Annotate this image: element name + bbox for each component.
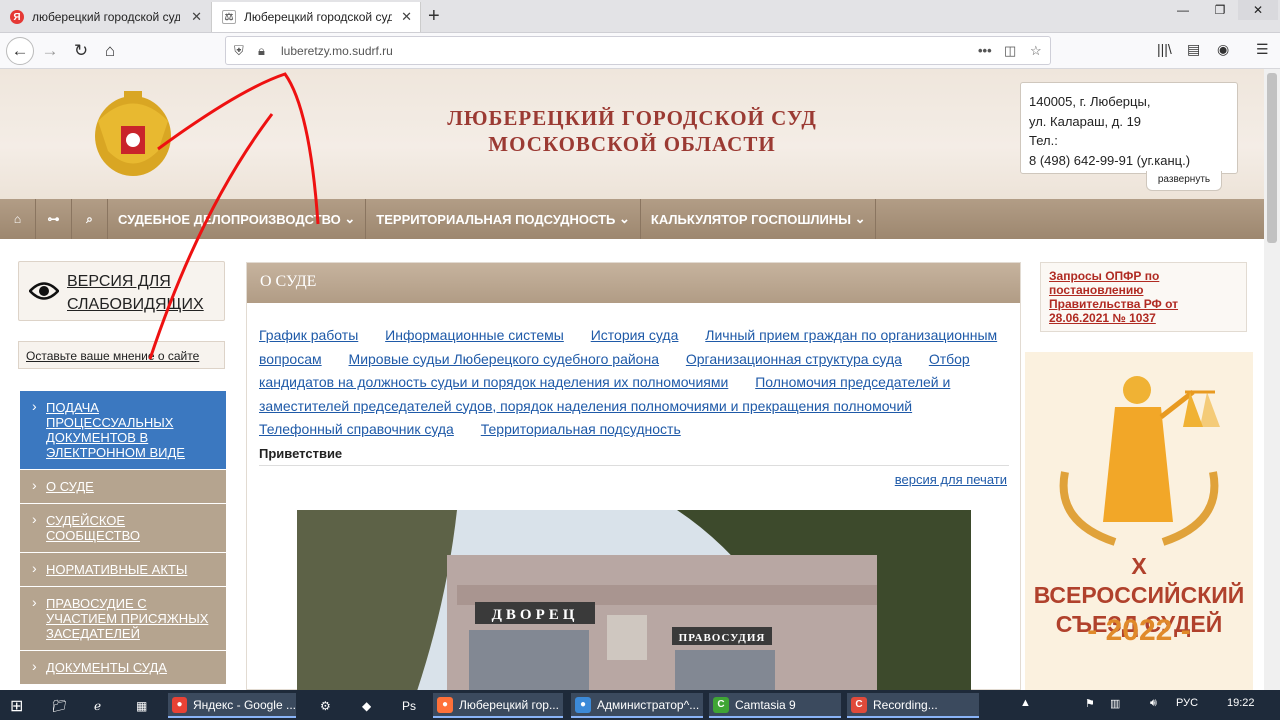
bookmark-star-icon[interactable]: ☆ [1030,43,1042,59]
tab-title: Люберецкий городской суд М [244,10,392,24]
taskbar-app-label: Люберецкий гор... [459,697,559,712]
page-scrollbar[interactable] [1264,69,1280,690]
pocket-icon[interactable]: ◫ [1004,43,1016,59]
lock-icon[interactable]: 🔒︎ [258,43,265,59]
app-icon[interactable]: ◆ [358,693,371,718]
taskbar-app-label: Camtasia 9 [735,697,796,712]
start-icon[interactable]: ⊞ [6,693,23,718]
menu-icon[interactable]: ☰ [1256,41,1269,58]
chrome-icon: ● [172,696,187,713]
scrollbar-thumb[interactable] [1267,73,1277,243]
more-actions-icon[interactable]: ••• [978,43,992,58]
taskbar-app-recording[interactable]: C Recording... [847,693,979,718]
web-page: ЛЮБЕРЕЦКИЙ ГОРОДСКОЙ СУД МОСКОВСКОЙ ОБЛА… [0,69,1264,690]
reload-icon[interactable]: ↻ [67,37,95,65]
browser-tab-1[interactable]: Я люберецкий городской суд м ✕ [0,2,210,32]
taskbar-app-chrome[interactable]: ● Яндекс - Google ... [168,693,296,718]
browser-tab-2[interactable]: ⚖ Люберецкий городской суд М ✕ [211,2,421,32]
yandex-icon: Я [10,10,24,24]
windows-taskbar: ⊞ 📁︎ ℯ ▦ ● Яндекс - Google ... ⚙ ◆ Ps ● … [0,690,1280,720]
flag-icon[interactable]: ⚑ [1085,697,1095,710]
admin-icon: ● [575,696,591,713]
file-explorer-icon[interactable]: 📁︎ [48,693,67,718]
back-icon[interactable]: ← [6,37,34,65]
close-window-icon[interactable]: ✕ [1238,0,1278,20]
camtasia-icon: C [713,696,729,713]
annotation-arrow [148,72,320,360]
account-icon[interactable]: ◉ [1217,41,1229,58]
network-icon[interactable]: ▥ [1110,697,1120,710]
home-icon[interactable]: ⌂ [96,37,124,65]
site-icon: ⚖ [222,10,236,24]
taskbar-app-camtasia[interactable]: C Camtasia 9 [709,693,841,718]
forward-icon[interactable]: → [36,37,64,65]
url-bar[interactable]: ⛨ 🔒︎ luberetzy.mo.sudrf.ru ••• ◫ ☆ [225,36,1051,65]
taskbar-app-admin[interactable]: ● Администратор^... [571,693,703,718]
clock[interactable]: 19:22 [1227,697,1255,709]
close-tab-icon[interactable]: ✕ [191,9,202,25]
ie-icon[interactable]: ℯ [90,693,101,718]
close-tab-icon[interactable]: ✕ [401,9,412,25]
firefox-icon: ● [437,696,453,713]
recording-icon: C [851,696,867,713]
shield-icon[interactable]: ⛨ [234,43,244,59]
taskbar-app-label: Яндекс - Google ... [192,697,296,712]
taskbar-app-firefox[interactable]: ● Люберецкий гор... [433,693,563,718]
excel-icon[interactable]: ▦ [132,693,147,718]
restore-icon[interactable]: ❐ [1205,0,1235,20]
library-icon[interactable]: |||\ [1157,41,1172,57]
sidebar-icon[interactable]: ▤ [1187,41,1200,58]
taskbar-app-label: Администратор^... [597,697,700,712]
photoshop-icon[interactable]: Ps [398,693,416,718]
minimize-icon[interactable]: — [1168,0,1198,20]
browser-tab-bar: Я люберецкий городской суд м ✕ ⚖ Люберец… [0,0,1280,33]
url-text: luberetzy.mo.sudrf.ru [281,44,393,58]
volume-icon[interactable]: 🔊︎ [1150,697,1157,710]
browser-nav-bar: ← → ↻ ⌂ ⛨ 🔒︎ luberetzy.mo.sudrf.ru ••• ◫… [0,33,1280,69]
new-tab-icon[interactable]: + [428,5,440,28]
app-icon[interactable]: ⚙ [316,693,331,718]
tray-icon[interactable]: ▲ [1020,697,1031,709]
language-indicator[interactable]: РУС [1176,697,1198,709]
tab-title: люберецкий городской суд м [32,10,180,24]
taskbar-app-label: Recording... [873,697,938,712]
